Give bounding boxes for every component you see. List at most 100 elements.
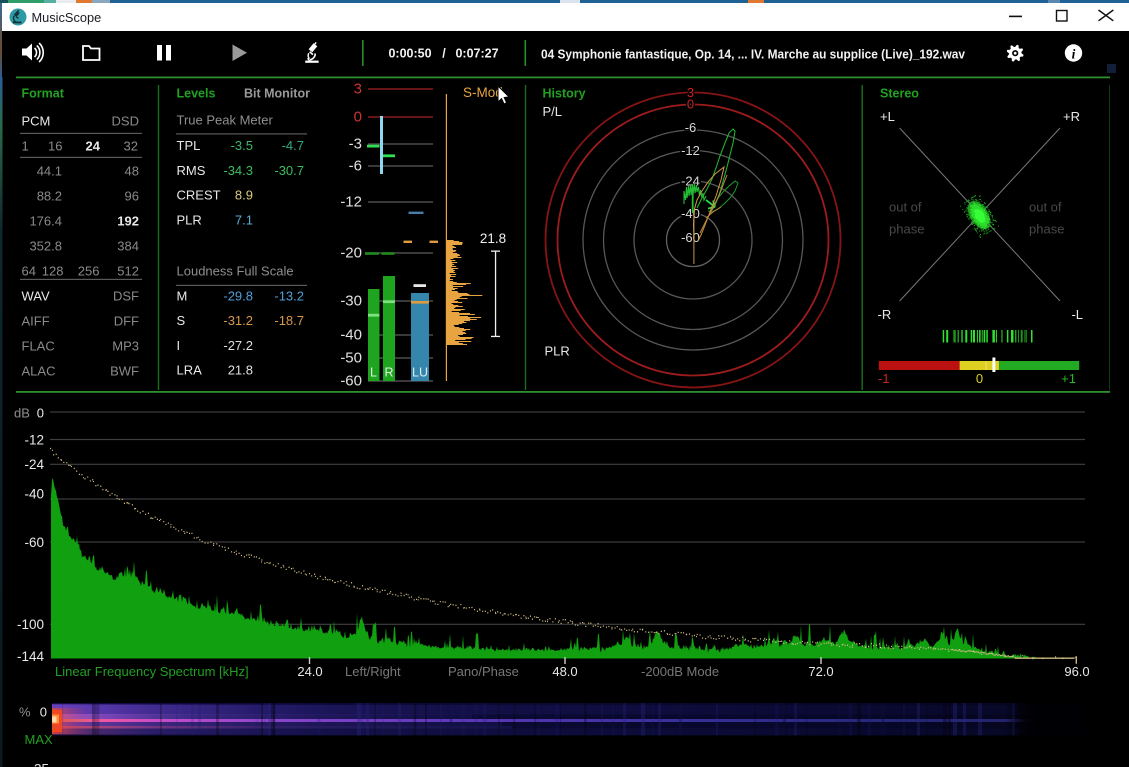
svg-text:-34.3: -34.3 [223, 163, 253, 178]
svg-text:0: 0 [40, 705, 47, 720]
svg-text:48.0: 48.0 [552, 664, 577, 679]
svg-text:192: 192 [117, 214, 139, 229]
svg-text:-40: -40 [340, 327, 362, 344]
svg-text:MP3: MP3 [112, 339, 139, 354]
svg-text:%: % [19, 705, 31, 720]
svg-text:-40: -40 [681, 206, 700, 221]
svg-text:-24: -24 [24, 457, 44, 472]
svg-text:+R: +R [1063, 109, 1080, 124]
svg-text:96: 96 [125, 189, 139, 204]
svg-text:04 Symphonie fantastique, Op.: 04 Symphonie fantastique, Op. 14, ... IV… [541, 47, 966, 62]
svg-text:512: 512 [117, 264, 139, 279]
svg-text:L: L [370, 366, 377, 380]
svg-text:72.0: 72.0 [808, 664, 833, 679]
svg-text:P/L: P/L [543, 104, 563, 119]
svg-text:-L: -L [1071, 307, 1083, 322]
svg-text:ALAC: ALAC [22, 364, 56, 379]
svg-text:-13.2: -13.2 [274, 289, 304, 304]
svg-text:dB: dB [14, 406, 30, 421]
svg-text:64: 64 [22, 264, 36, 279]
svg-text:-R: -R [878, 307, 892, 322]
svg-text:-40: -40 [24, 487, 44, 502]
svg-text:-12: -12 [24, 433, 44, 448]
svg-text:-12: -12 [340, 194, 362, 211]
svg-text:-29.8: -29.8 [223, 289, 253, 304]
svg-text:History: History [543, 87, 586, 101]
svg-text:WAV: WAV [22, 289, 50, 304]
svg-text:0: 0 [687, 97, 694, 112]
svg-text:1: 1 [22, 139, 29, 154]
svg-text:Bit Monitor: Bit Monitor [244, 87, 310, 101]
svg-text:Loudness Full Scale: Loudness Full Scale [177, 264, 294, 279]
svg-text:S: S [177, 313, 186, 328]
svg-text:PLR: PLR [545, 344, 570, 359]
svg-text:out of: out of [1029, 200, 1062, 215]
svg-text:24: 24 [86, 139, 101, 154]
svg-text:-1: -1 [878, 371, 890, 386]
svg-text:-30.7: -30.7 [274, 163, 304, 178]
svg-text:+1: +1 [1061, 371, 1076, 386]
svg-text:256: 256 [78, 264, 100, 279]
svg-text:out of: out of [889, 200, 922, 215]
svg-text:DSF: DSF [113, 289, 139, 304]
svg-text:Levels: Levels [177, 87, 216, 101]
svg-text:TPL: TPL [177, 138, 201, 153]
svg-text:-6: -6 [349, 158, 362, 175]
svg-text:PCM: PCM [22, 114, 51, 129]
svg-text:R: R [384, 366, 393, 380]
svg-text:-31.2: -31.2 [223, 313, 253, 328]
svg-text:Left/Right: Left/Right [345, 664, 401, 679]
svg-text:48: 48 [125, 164, 139, 179]
svg-text:24.0: 24.0 [297, 664, 322, 679]
svg-text:44.1: 44.1 [37, 164, 62, 179]
svg-text:88.2: 88.2 [37, 189, 62, 204]
svg-text:phase: phase [1029, 222, 1064, 237]
svg-text:-60: -60 [24, 535, 44, 550]
svg-text:phase: phase [889, 222, 924, 237]
svg-text:DSD: DSD [112, 114, 139, 129]
svg-text:0: 0 [976, 371, 983, 386]
svg-text:M: M [177, 289, 188, 304]
svg-text:-27.2: -27.2 [223, 338, 253, 353]
svg-text:FLAC: FLAC [22, 339, 55, 354]
svg-text:-35: -35 [29, 762, 49, 767]
svg-text:-12: -12 [681, 143, 700, 158]
svg-text:-50: -50 [340, 350, 362, 367]
svg-text:-100: -100 [17, 617, 44, 632]
svg-text:-60: -60 [681, 230, 700, 245]
svg-text:-144: -144 [17, 649, 45, 664]
svg-text:16: 16 [48, 139, 62, 154]
svg-text:-18.7: -18.7 [274, 313, 304, 328]
svg-text:352.8: 352.8 [29, 239, 62, 254]
svg-text:-3.5: -3.5 [231, 138, 253, 153]
svg-text:True Peak Meter: True Peak Meter [177, 113, 274, 128]
svg-text:128: 128 [42, 264, 64, 279]
svg-text:384: 384 [117, 239, 139, 254]
svg-text:0: 0 [354, 109, 362, 126]
svg-text:Linear Frequency Spectrum [kHz: Linear Frequency Spectrum [kHz] [55, 664, 249, 679]
svg-text:S-Mod: S-Mod [463, 85, 503, 100]
svg-text:I: I [177, 338, 181, 353]
svg-text:-20: -20 [340, 245, 362, 262]
svg-text:32: 32 [124, 139, 138, 154]
svg-text:-6: -6 [685, 120, 697, 135]
svg-text:176.4: 176.4 [29, 214, 62, 229]
svg-text:7.1: 7.1 [235, 212, 253, 227]
svg-text:8.9: 8.9 [235, 188, 253, 203]
svg-text:21.8: 21.8 [480, 231, 506, 246]
svg-text:RMS: RMS [177, 163, 206, 178]
svg-text:96.0: 96.0 [1064, 664, 1089, 679]
svg-text:MusicScope: MusicScope [32, 10, 102, 25]
svg-text:CREST: CREST [177, 188, 221, 203]
svg-text:21.8: 21.8 [228, 363, 253, 378]
svg-text:i: i [1072, 47, 1076, 62]
svg-text:LRA: LRA [177, 363, 203, 378]
svg-text:0: 0 [37, 406, 44, 421]
svg-text:+L: +L [880, 109, 895, 124]
svg-text:Pano/Phase: Pano/Phase [448, 664, 519, 679]
svg-text:0:07:27: 0:07:27 [455, 47, 498, 61]
svg-text:PLR: PLR [177, 212, 202, 227]
svg-text:-200dB Mode: -200dB Mode [641, 664, 719, 679]
svg-text:3: 3 [354, 81, 362, 98]
svg-text:-4.7: -4.7 [282, 138, 304, 153]
